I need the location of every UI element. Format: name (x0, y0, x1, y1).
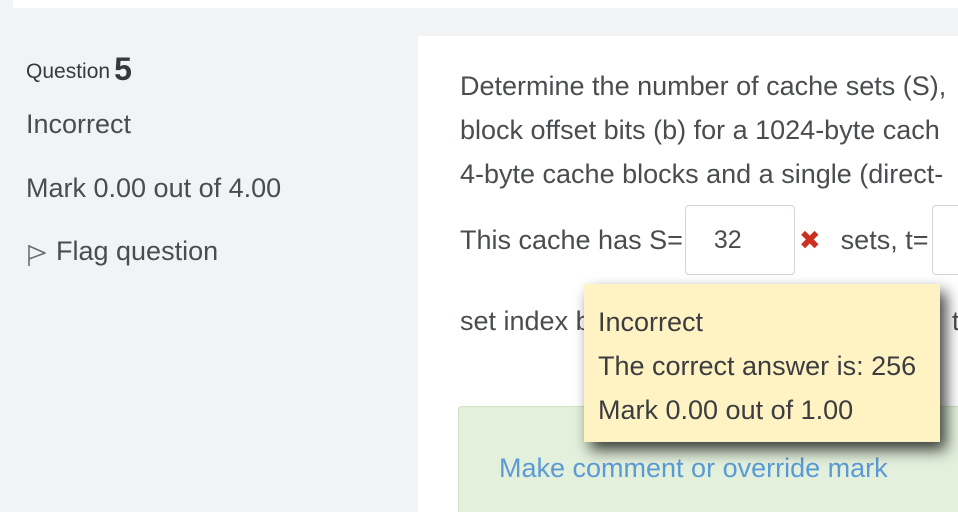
answer-prefix: This cache has S= (460, 224, 683, 255)
question-state: Incorrect (26, 109, 132, 139)
cross-icon: ✖ (798, 224, 821, 255)
top-strip (13, 0, 958, 8)
comment-override-link[interactable]: Make comment or override mark (499, 453, 888, 484)
question-grade: Mark 0.00 out of 4.00 (26, 173, 282, 203)
flag-question-label: Flag question (56, 235, 219, 266)
set-index-tail: t c (952, 306, 958, 336)
question-text-line: Determine the number of cache sets (S), (460, 71, 947, 101)
set-index-line: set index b t c (460, 306, 958, 337)
answer-line: This cache has S= 32 ✖ sets, t= (460, 205, 958, 275)
set-index-text: set index b (460, 306, 591, 336)
question-text-line: 4-byte cache blocks and a single (direct… (460, 159, 944, 189)
question-label: Question (26, 60, 111, 83)
question-text-line: block offset bits (b) for a 1024-byte ca… (460, 115, 940, 145)
tag-bits-answer-input[interactable] (932, 205, 958, 275)
feedback-tooltip: Incorrect The correct answer is: 256 Mar… (584, 284, 940, 442)
feedback-state: Incorrect (598, 307, 704, 337)
flag-icon (28, 245, 46, 266)
question-text: Determine the number of cache sets (S), … (460, 64, 958, 196)
sets-answer-input[interactable]: 32 (684, 205, 795, 275)
flag-question-link[interactable]: Flag question (26, 235, 218, 267)
question-number: Question 5 (26, 51, 132, 88)
answer-after: sets, t= (840, 224, 929, 255)
question-no: 5 (114, 51, 132, 87)
feedback-mark: Mark 0.00 out of 1.00 (598, 395, 854, 425)
feedback-right-answer: The correct answer is: 256 (598, 351, 917, 381)
